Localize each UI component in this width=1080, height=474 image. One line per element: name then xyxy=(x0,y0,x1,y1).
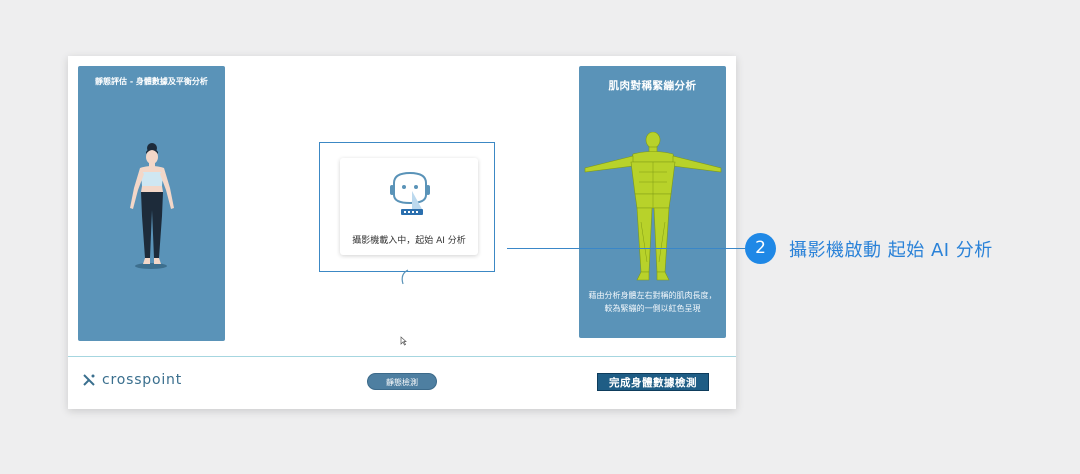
app-screen: 靜態評估 - 身體數據及平衡分析 攝影機載入中，起始 AI 分析 肌肉對稱緊繃分… xyxy=(68,56,736,409)
muscle-figure-illustration xyxy=(584,132,722,281)
camera-loading-card: 攝影機載入中，起始 AI 分析 xyxy=(340,158,478,255)
muscle-symmetry-panel: 肌肉對稱緊繃分析 藉由分析身體左右對稱的肌肉長度，較為緊繃的一側以紅色呈現 xyxy=(579,66,726,338)
crosspoint-logo-text: crosspoint xyxy=(102,372,183,388)
muscle-symmetry-title: 肌肉對稱緊繃分析 xyxy=(608,80,697,92)
static-test-button[interactable]: 靜態檢測 xyxy=(367,373,437,390)
static-assessment-panel: 靜態評估 - 身體數據及平衡分析 xyxy=(78,66,225,341)
camera-status-label: 攝影機載入中，起始 AI 分析 xyxy=(352,236,466,246)
callout-text: 攝影機啟動 起始 AI 分析 xyxy=(789,240,993,261)
footer-bar: crosspoint 靜態檢測 完成身體數據檢測 xyxy=(68,356,736,409)
callout-step-number: 2 xyxy=(745,233,776,264)
loading-spinner-icon xyxy=(401,269,409,285)
crosspoint-logo: crosspoint xyxy=(82,372,182,388)
muscle-symmetry-description: 藉由分析身體左右對稱的肌肉長度，較為緊繃的一側以紅色呈現 xyxy=(588,291,717,313)
static-assessment-title: 靜態評估 - 身體數據及平衡分析 xyxy=(95,77,208,86)
camera-robot-icon xyxy=(390,171,430,215)
callout-line xyxy=(507,248,745,249)
complete-measurement-button[interactable]: 完成身體數據檢測 xyxy=(597,373,709,391)
mouse-cursor-icon xyxy=(400,336,407,346)
woman-figure-illustration xyxy=(130,143,174,269)
camera-frame[interactable]: 攝影機載入中，起始 AI 分析 xyxy=(319,142,495,272)
crosspoint-logo-icon xyxy=(83,374,95,386)
